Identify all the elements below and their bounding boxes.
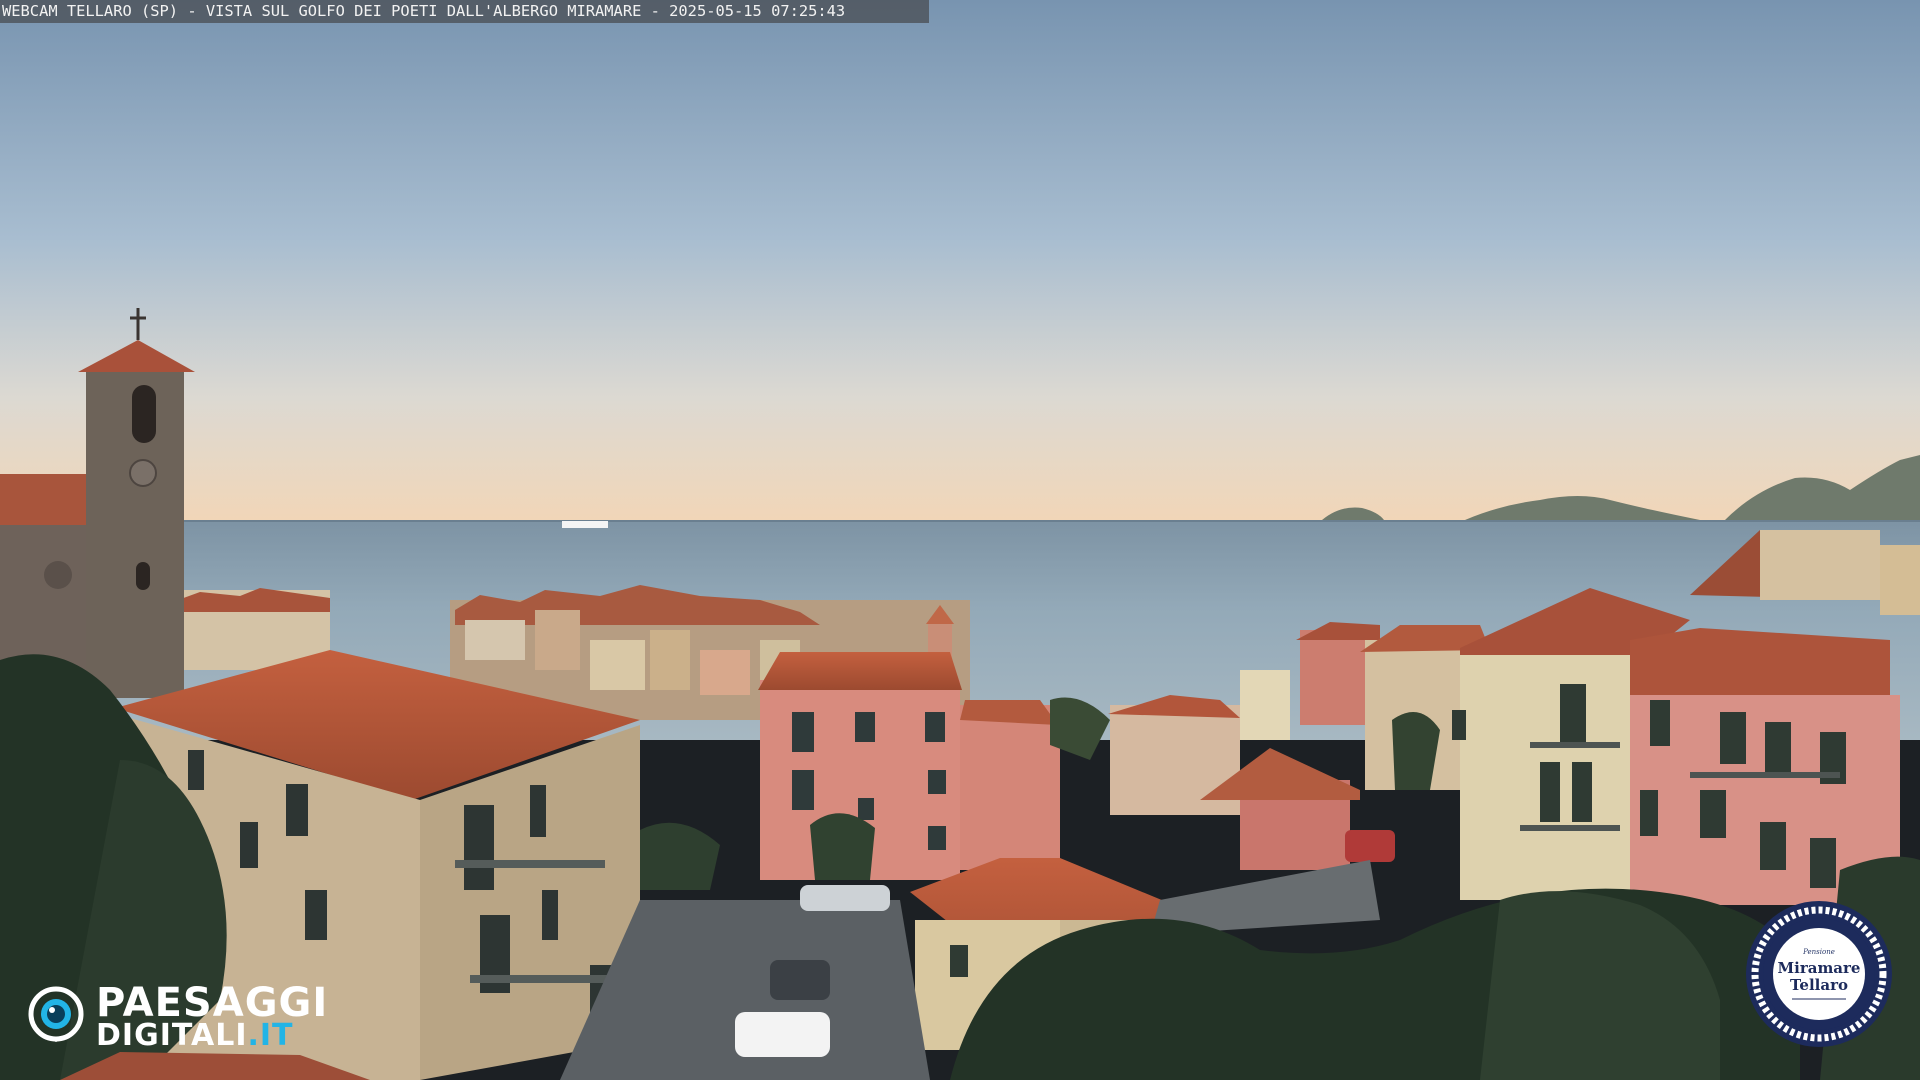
badge-small-text: Pensione <box>1803 948 1835 956</box>
hotel-miramare-badge[interactable]: Pensione Miramare Tellaro <box>1744 899 1894 1049</box>
badge-line2: Tellaro <box>1789 976 1848 994</box>
paesaggi-digitali-logo[interactable]: PAESAGGI DIGITALI.IT <box>28 980 348 1053</box>
webcam-frame: WEBCAM TELLARO (SP) - VISTA SUL GOLFO DE… <box>0 0 1920 1080</box>
webcam-caption: WEBCAM TELLARO (SP) - VISTA SUL GOLFO DE… <box>0 0 929 23</box>
logo-text-main: DIGITALI <box>96 1018 248 1053</box>
eye-icon <box>28 986 84 1042</box>
sky <box>0 0 1920 530</box>
car-silver <box>800 885 890 911</box>
landscape-photo <box>0 0 1920 1080</box>
car-white <box>735 1012 830 1057</box>
logo-text-line2: DIGITALI.IT <box>96 1018 294 1053</box>
logo-text-tld: .IT <box>247 1018 294 1053</box>
badge-line1: Miramare <box>1777 959 1861 977</box>
ferry <box>562 521 608 528</box>
car-red <box>1345 830 1395 862</box>
car-dark <box>770 960 830 1000</box>
